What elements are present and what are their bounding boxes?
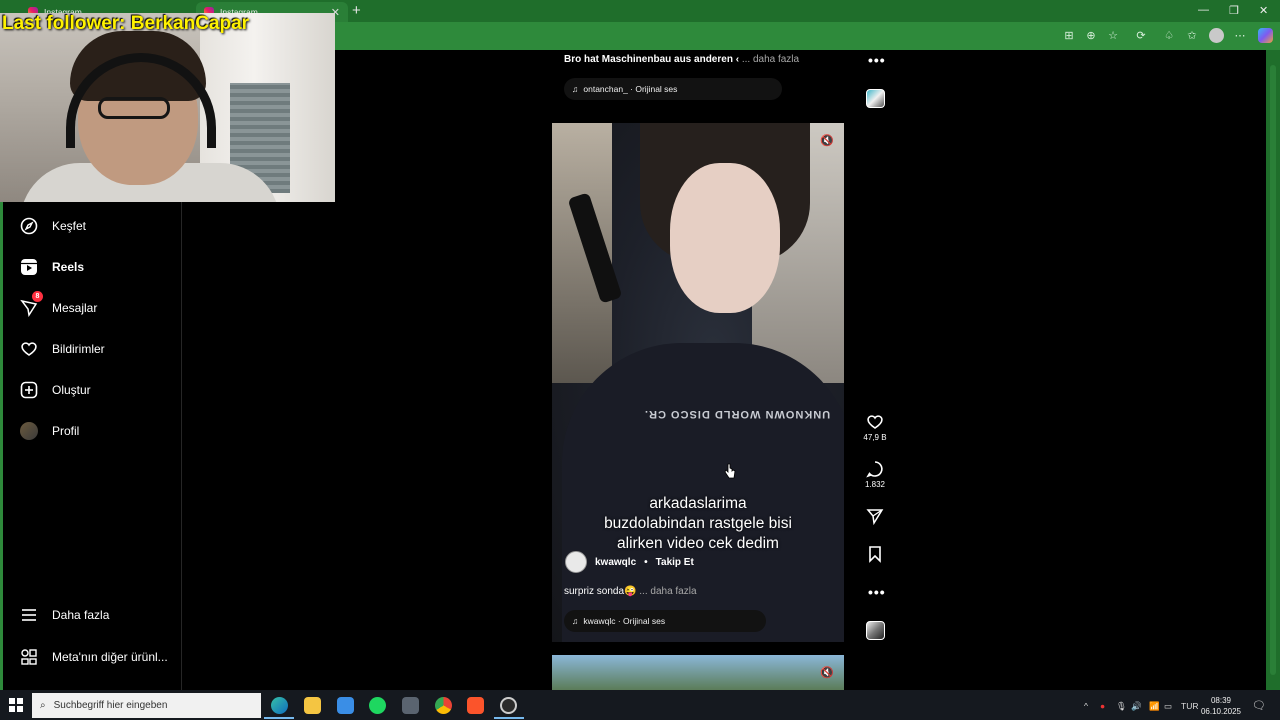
compass-icon (20, 217, 38, 235)
mail-app-icon[interactable] (337, 697, 354, 714)
sidebar-item-meta-products[interactable]: Meta'nın diğer ürünl... (20, 648, 168, 666)
file-explorer-icon[interactable] (304, 697, 321, 714)
sidebar-item-olustur[interactable]: Oluştur (20, 381, 91, 399)
spotify-icon[interactable] (369, 697, 386, 714)
hand-cursor-icon (724, 463, 736, 479)
zoom-icon[interactable]: ⊕ (1084, 29, 1098, 43)
heart-icon (867, 415, 883, 429)
post-author[interactable]: kwawqlc • Takip Et (565, 551, 694, 573)
system-clock[interactable]: 08:39 06.10.2025 (1196, 695, 1246, 717)
audio-pill[interactable]: ♫ kwawqlc · Orijinal ses (564, 610, 766, 632)
sidebar-item-label: Mesajlar (52, 301, 98, 315)
search-icon: ⌕ (40, 700, 46, 711)
brave-icon[interactable] (467, 697, 484, 714)
edge-icon[interactable] (271, 697, 288, 714)
like-action[interactable]: 47,9 B (862, 413, 888, 442)
hamburger-menu-icon (20, 606, 38, 624)
more-options-icon[interactable]: ••• (868, 584, 886, 600)
comment-icon (866, 461, 883, 478)
tray-app-icon[interactable]: ● (1100, 701, 1105, 711)
heart-icon (20, 340, 38, 358)
more-options-icon[interactable]: ••• (868, 52, 886, 68)
reels-icon (20, 258, 38, 276)
like-count: 47,9 B (863, 433, 887, 442)
video-overlay-line: buzdolabindan rastgele bisi (604, 515, 792, 532)
sidebar-item-daha-fazla[interactable]: Daha fazla (20, 606, 109, 624)
music-note-icon: ♫ (572, 84, 579, 94)
music-note-icon: ♫ (572, 616, 579, 626)
tray-expand-icon[interactable]: ^ (1084, 701, 1088, 711)
sidebar-item-label: Keşfet (52, 219, 87, 233)
share-action[interactable] (862, 507, 888, 525)
messenger-icon: 8 (20, 291, 43, 317)
sidebar-item-bildirimler[interactable]: Bildirimler (20, 340, 105, 358)
sidebar-item-label: Daha fazla (52, 608, 110, 622)
calculator-icon[interactable] (402, 697, 419, 714)
more-link[interactable]: ... daha fazla (742, 54, 799, 65)
sidebar-item-label: Reels (52, 260, 85, 274)
active-app-indicator (494, 717, 524, 719)
copilot-icon[interactable] (1258, 28, 1273, 43)
extensions-icon[interactable]: ⟳ (1134, 29, 1148, 43)
chrome-icon[interactable] (435, 697, 452, 714)
hoodie-print: UNKNOWN WORLD DISCO CR. (644, 408, 831, 420)
browser-essentials-icon[interactable]: ♤ (1162, 29, 1176, 43)
comment-action[interactable]: 1.832 (862, 460, 888, 489)
video-overlay-line: arkadaslarima (649, 495, 747, 512)
close-window-button[interactable]: ✕ (1259, 4, 1268, 17)
sidebar-divider (181, 202, 182, 690)
search-placeholder: Suchbegriff hier eingeben (53, 700, 168, 711)
sidebar-item-kesfet[interactable]: Keşfet (20, 217, 86, 235)
prev-post-caption[interactable]: Bro hat Maschinenbau aus anderen ‹ ... d… (564, 54, 799, 65)
post-caption[interactable]: surpriz sonda😜 ... daha fazla (564, 586, 697, 597)
comment-count: 1.832 (864, 480, 886, 489)
windows-start-icon[interactable] (9, 698, 23, 712)
prev-audio-pill[interactable]: ♫ ontanchan_ · Orijinal ses (564, 78, 782, 100)
prev-audio-thumbnail[interactable] (866, 89, 885, 108)
mute-icon[interactable]: 🔇 (820, 134, 834, 147)
profile-avatar-icon[interactable] (1209, 28, 1224, 43)
webcam-overlay (0, 13, 335, 202)
author-username[interactable]: kwawqlc (595, 557, 636, 568)
save-action[interactable] (862, 545, 888, 563)
maximize-button[interactable]: ❐ (1229, 4, 1239, 17)
volume-icon[interactable]: 🔊 (1131, 701, 1142, 712)
favorites-icon[interactable]: ✩ (1185, 29, 1199, 43)
audio-thumbnail[interactable] (866, 621, 885, 640)
sidebar-item-label: Meta'nın diğer ürünl... (52, 650, 168, 664)
sidebar-item-label: Profil (52, 424, 80, 438)
battery-icon[interactable]: ▭ (1164, 701, 1172, 712)
sidebar-item-reels[interactable]: Reels (20, 258, 84, 276)
follow-button[interactable]: Takip Et (656, 557, 694, 568)
unread-badge: 8 (32, 291, 43, 302)
new-tab-button[interactable]: + (352, 2, 361, 19)
bookmark-icon (869, 546, 881, 563)
microphone-icon[interactable]: 🎙 (1116, 701, 1127, 712)
create-plus-icon (20, 381, 38, 399)
notification-center-icon[interactable]: 🗨 (1252, 699, 1266, 712)
sidebar-item-label: Bildirimler (52, 342, 105, 356)
sidebar-item-label: Oluştur (52, 383, 91, 397)
share-icon (866, 509, 884, 525)
more-link[interactable]: ... daha fazla (639, 586, 696, 597)
settings-more-icon[interactable]: ⋯ (1233, 29, 1247, 43)
profile-avatar (20, 422, 38, 440)
active-app-indicator (264, 717, 294, 719)
obs-icon[interactable] (500, 697, 517, 714)
sidebar-item-profil[interactable]: Profil (20, 422, 79, 440)
favorite-star-icon[interactable]: ☆ (1106, 29, 1120, 43)
mute-icon[interactable]: 🔇 (820, 666, 834, 679)
scrollbar-thumb[interactable] (1270, 65, 1276, 675)
taskbar-search[interactable]: ⌕ Suchbegriff hier eingeben (32, 693, 261, 718)
sidebar-item-mesajlar[interactable]: 8 Mesajlar (20, 291, 98, 317)
meta-apps-icon (20, 648, 38, 666)
last-follower-label: Last follower: BerkanCapar (2, 13, 250, 34)
next-reel-video[interactable] (552, 655, 844, 690)
wifi-icon[interactable]: 📶 (1149, 701, 1160, 712)
minimize-button[interactable]: — (1198, 4, 1209, 16)
author-avatar[interactable] (565, 551, 587, 573)
app-available-icon[interactable]: ⊞ (1062, 29, 1076, 43)
